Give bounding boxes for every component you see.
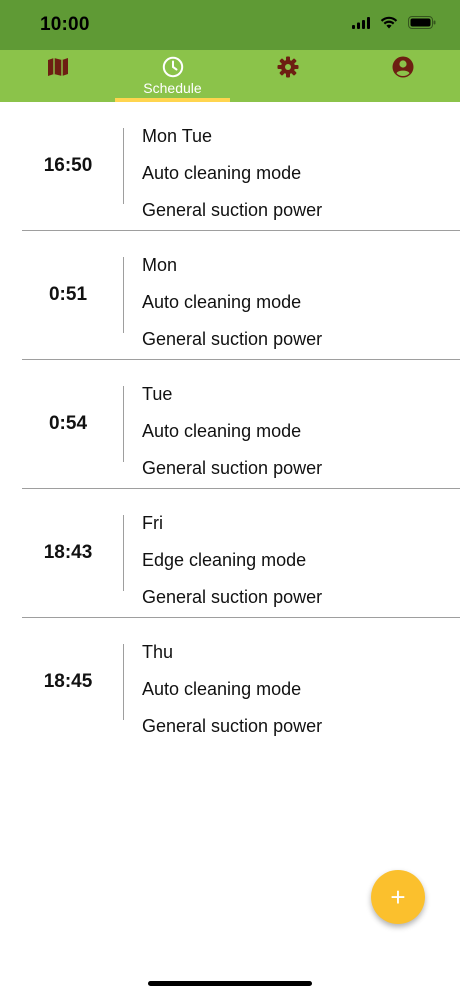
vertical-divider [123, 386, 124, 462]
schedule-time: 18:43 [43, 542, 93, 563]
schedule-power: General suction power [142, 200, 323, 220]
tab-account[interactable] [345, 50, 460, 102]
schedule-time: 16:50 [43, 155, 93, 176]
schedule-details: Mon Tue Auto cleaning mode General sucti… [142, 118, 322, 229]
schedule-item[interactable]: 18:45 Thu Auto cleaning mode General suc… [22, 618, 460, 746]
status-time: 10:00 [40, 14, 90, 35]
schedule-item[interactable]: 0:51 Mon Auto cleaning mode General suct… [22, 231, 460, 360]
home-indicator[interactable] [148, 981, 312, 986]
schedule-details: Thu Auto cleaning mode General suction p… [142, 634, 322, 745]
account-circle-icon [392, 56, 414, 78]
schedule-time: 0:51 [48, 284, 88, 305]
plus-icon: + [390, 882, 406, 912]
map-icon [47, 56, 69, 78]
schedule-mode: Auto cleaning mode [142, 679, 302, 699]
tab-schedule[interactable]: Schedule [115, 50, 230, 102]
gear-icon [277, 56, 299, 78]
schedule-mode: Auto cleaning mode [142, 292, 302, 312]
vertical-divider [123, 644, 124, 720]
schedule-item[interactable]: 18:43 Fri Edge cleaning mode General suc… [22, 489, 460, 618]
tab-schedule-label: Schedule [143, 80, 202, 96]
schedule-mode: Auto cleaning mode [142, 163, 302, 183]
schedule-mode: Auto cleaning mode [142, 421, 302, 441]
schedule-days: Thu [142, 642, 174, 662]
schedule-power: General suction power [142, 716, 323, 736]
schedule-item[interactable]: 16:50 Mon Tue Auto cleaning mode General… [22, 102, 460, 231]
schedule-item[interactable]: 0:54 Tue Auto cleaning mode General suct… [22, 360, 460, 489]
schedule-power: General suction power [142, 329, 323, 349]
schedule-days: Mon [142, 255, 178, 275]
add-schedule-button[interactable]: + [371, 870, 425, 924]
schedule-details: Tue Auto cleaning mode General suction p… [142, 376, 322, 487]
status-bar: 10:00 [0, 0, 460, 50]
schedule-power: General suction power [142, 458, 323, 478]
schedule-details: Mon Auto cleaning mode General suction p… [142, 247, 322, 358]
schedule-details: Fri Edge cleaning mode General suction p… [142, 505, 322, 616]
vertical-divider [123, 515, 124, 591]
tab-bar: Schedule [0, 50, 460, 102]
schedule-time: 0:54 [48, 413, 88, 434]
vertical-divider [123, 128, 124, 204]
schedule-mode: Edge cleaning mode [142, 550, 307, 570]
status-icons [352, 16, 436, 34]
vertical-divider [123, 257, 124, 333]
battery-icon [408, 16, 436, 34]
schedule-power: General suction power [142, 587, 323, 607]
schedule-list: 16:50 Mon Tue Auto cleaning mode General… [0, 102, 460, 746]
wifi-icon [380, 16, 398, 34]
schedule-time: 18:45 [43, 671, 93, 692]
clock-icon [162, 56, 184, 78]
schedule-days: Mon Tue [142, 126, 213, 146]
schedule-days: Fri [142, 513, 163, 533]
tab-map[interactable] [0, 50, 115, 102]
schedule-days: Tue [142, 384, 173, 404]
cellular-signal-icon [352, 16, 370, 34]
tab-settings[interactable] [230, 50, 345, 102]
